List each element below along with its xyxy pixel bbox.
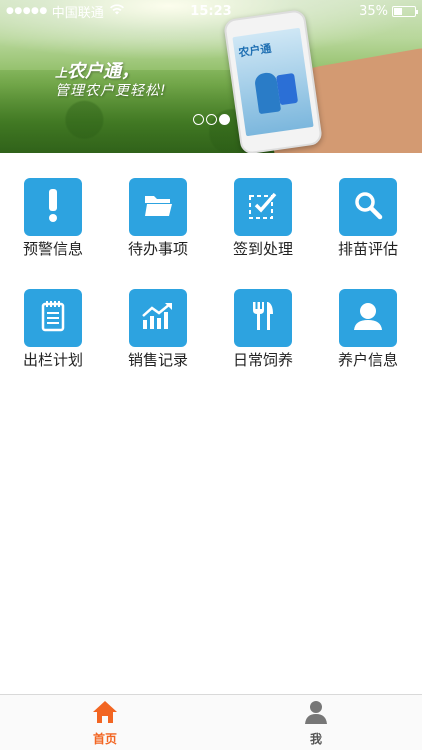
menu-tile[interactable] — [339, 178, 397, 236]
phone-screen-title: 农户通 — [237, 41, 273, 60]
person-icon — [303, 700, 329, 728]
app-screen: ●●●●● 中国联通 15:23 35% 上农户通， 管理农户更轻松! 农户通 — [0, 0, 422, 750]
menu-item-label: 签到处理 — [232, 240, 293, 258]
menu-item-daily-feeding[interactable]: 日常饲养 — [218, 289, 308, 370]
menu-item-checkin[interactable]: 签到处理 — [218, 178, 308, 259]
menu-item-label: 销售记录 — [127, 351, 188, 369]
menu-item-warning[interactable]: 预警信息 — [8, 178, 98, 259]
menu-tile[interactable] — [129, 289, 187, 347]
home-icon — [92, 700, 118, 728]
menu-tile[interactable] — [24, 289, 82, 347]
menu-item-label: 日常饲养 — [232, 351, 293, 369]
checkbox-icon — [248, 190, 278, 224]
folder-icon — [143, 192, 173, 222]
search-icon — [353, 190, 383, 224]
banner-slogan-line2: 管理农户更轻松! — [55, 83, 167, 99]
menu-item-seedling-eval[interactable]: 排苗评估 — [323, 178, 413, 259]
status-bar: ●●●●● 中国联通 15:23 35% — [0, 0, 422, 22]
tab-me[interactable]: 我 — [256, 695, 376, 750]
menu-item-sales-record[interactable]: 销售记录 — [113, 289, 203, 370]
menu-item-label: 养户信息 — [337, 351, 398, 369]
promo-banner[interactable]: ●●●●● 中国联通 15:23 35% 上农户通， 管理农户更轻松! 农户通 — [0, 0, 422, 153]
menu-item-slaughter-plan[interactable]: 出栏计划 — [8, 289, 98, 370]
menu-tile[interactable] — [339, 289, 397, 347]
user-icon — [351, 301, 385, 335]
menu-item-farmer-info[interactable]: 养户信息 — [323, 289, 413, 370]
menu-item-label: 排苗评估 — [337, 240, 398, 258]
tab-me-label: 我 — [309, 731, 322, 746]
banner-pager[interactable] — [193, 114, 230, 125]
bottom-tab-bar: 首页 我 — [0, 694, 422, 750]
slogan-suffix: ， — [121, 61, 140, 82]
pager-dot[interactable] — [193, 114, 204, 125]
battery-icon — [392, 5, 418, 17]
menu-item-label: 待办事项 — [127, 240, 188, 258]
notepad-icon — [40, 300, 66, 336]
slogan-brand: 农户通 — [67, 61, 122, 82]
menu-tile[interactable] — [234, 178, 292, 236]
menu-tile[interactable] — [24, 178, 82, 236]
phone-screen: 农户通 — [232, 27, 314, 137]
pager-dot-active[interactable] — [219, 114, 230, 125]
trend-chart-icon — [141, 302, 175, 334]
exclamation-icon — [38, 187, 68, 227]
clock: 15:23 — [190, 3, 232, 19]
fork-knife-icon — [251, 300, 275, 336]
menu-tile[interactable] — [234, 289, 292, 347]
tab-home[interactable]: 首页 — [45, 695, 165, 750]
menu-item-label: 出栏计划 — [22, 351, 83, 369]
menu-item-label: 预警信息 — [22, 240, 83, 258]
menu-tile[interactable] — [129, 178, 187, 236]
slogan-prefix: 上 — [55, 66, 68, 80]
pager-dot[interactable] — [206, 114, 217, 125]
menu-item-todo[interactable]: 待办事项 — [113, 178, 203, 259]
mini-phone-illustration — [276, 72, 299, 106]
tab-home-label: 首页 — [92, 731, 117, 746]
